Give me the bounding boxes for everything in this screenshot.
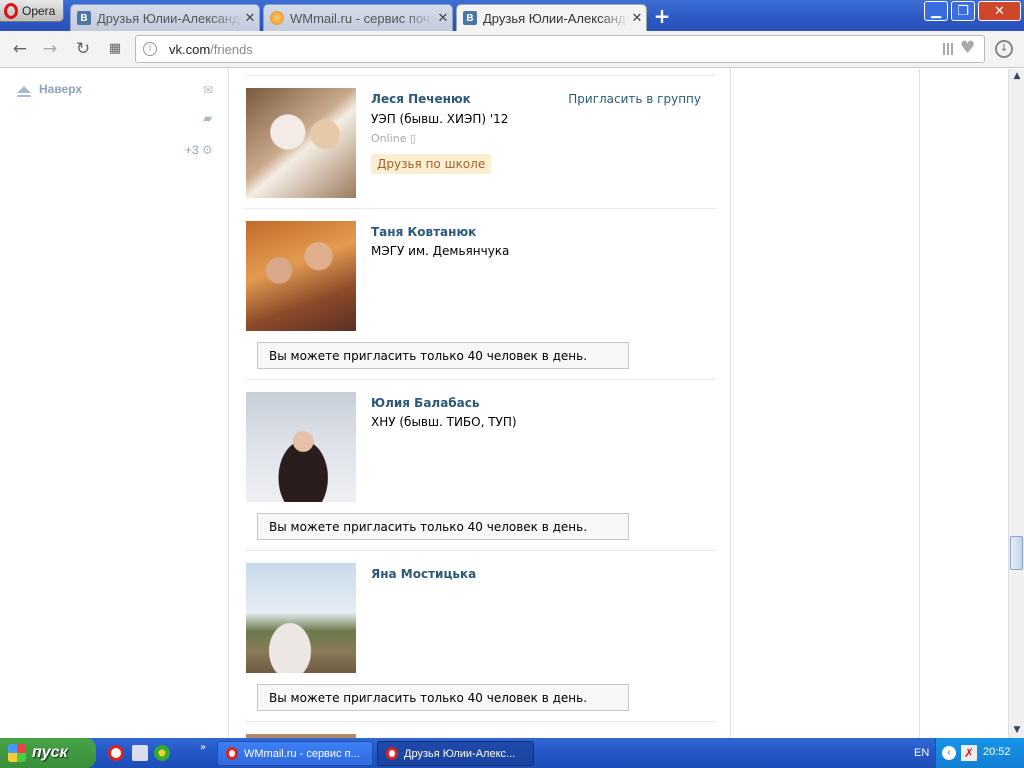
- close-window-button[interactable]: ✕: [978, 1, 1021, 21]
- reload-icon[interactable]: ↻: [73, 40, 93, 60]
- bookmark-heart-icon[interactable]: ♥: [960, 38, 975, 58]
- invite-to-group-link[interactable]: Пригласить в группу: [568, 92, 701, 106]
- friend-university: МЭГУ им. Демьянчука: [371, 244, 510, 258]
- tab-label: Друзья Юлии-Александр: [483, 10, 628, 26]
- counter-text: +3: [185, 143, 199, 157]
- language-indicator[interactable]: EN: [914, 747, 929, 759]
- friend-avatar[interactable]: [246, 221, 356, 331]
- tab-label: Друзья Юлии-Александр: [97, 10, 241, 26]
- tab-label: WMmail.ru - сервис почт: [290, 10, 434, 26]
- address-bar[interactable]: i vk.com/friends ♥: [135, 35, 985, 63]
- start-label: пуск: [32, 744, 68, 761]
- friend-university: УЭП (бывш. ХИЭП) '12: [371, 112, 509, 126]
- friend-row: Таня Ковтанюк МЭГУ им. Демьянчука Вы мож…: [246, 208, 716, 379]
- opera-menu-label: Opera: [22, 3, 56, 18]
- online-status: Online ▯: [371, 132, 416, 145]
- friend-name[interactable]: Юлия Балабась: [371, 396, 479, 410]
- minimize-button[interactable]: ▁: [924, 1, 948, 21]
- friend-row: [246, 721, 716, 738]
- start-button[interactable]: пуск: [0, 738, 96, 768]
- url-host: vk.com: [169, 42, 211, 57]
- online-label: Online: [371, 132, 407, 145]
- friend-row: Леся Печенюк УЭП (бывш. ХИЭП) '12 Online…: [246, 75, 716, 209]
- download-icon[interactable]: ↓: [995, 40, 1013, 58]
- right-column: [731, 69, 920, 738]
- up-arrow-icon: [17, 85, 31, 97]
- friend-avatar[interactable]: [246, 563, 356, 673]
- taskbar-button-vk-friends[interactable]: Друзья Юлии-Алекс...: [377, 741, 534, 766]
- icq-quicklaunch-icon[interactable]: [154, 745, 170, 761]
- friend-name[interactable]: Леся Печенюк: [371, 92, 471, 106]
- windows-logo-icon: [8, 744, 26, 762]
- opera-logo-icon: [4, 2, 18, 19]
- close-tab-icon[interactable]: ✕: [628, 10, 646, 26]
- scroll-to-top-link[interactable]: Наверх: [17, 82, 83, 97]
- tray-expand-icon[interactable]: ‹: [942, 746, 956, 760]
- friend-name[interactable]: Яна Мостицька: [371, 567, 476, 581]
- close-tab-icon[interactable]: ✕: [434, 10, 452, 26]
- messages-envelope-icon[interactable]: ✉: [203, 83, 213, 97]
- vk-favicon-icon: В: [463, 11, 477, 25]
- forward-arrow-icon[interactable]: →: [40, 40, 60, 60]
- opera-menu-button[interactable]: Opera: [0, 0, 64, 22]
- wmmail-favicon-icon: [270, 11, 284, 25]
- opera-icon: [386, 747, 398, 760]
- browser-titlebar: Opera В Друзья Юлии-Александр ✕ WMmail.r…: [0, 0, 1024, 31]
- url-path: /friends: [210, 42, 253, 57]
- page-scrollbar[interactable]: ▲ ▼: [1008, 69, 1024, 738]
- scrollbar-thumb[interactable]: [1010, 536, 1023, 570]
- vk-favicon-icon: В: [77, 11, 91, 25]
- save-quicklaunch-icon[interactable]: [132, 745, 148, 761]
- speed-dial-grid-icon[interactable]: ▦: [105, 40, 125, 60]
- scroll-to-top-label: Наверх: [39, 82, 83, 96]
- network-status-icon[interactable]: ✗: [961, 745, 977, 761]
- page-viewport: Наверх ✉ ▰ +3 ⚙ Леся Печенюк УЭП (бывш. …: [0, 69, 1008, 738]
- windows-taskbar: пуск » WMmail.ru - сервис п... Друзья Юл…: [0, 738, 1024, 768]
- clock[interactable]: 20:52: [983, 746, 1011, 758]
- chat-bubble-icon[interactable]: ▰: [203, 111, 212, 125]
- taskbar-button-label: WMmail.ru - сервис п...: [244, 747, 360, 760]
- friend-avatar[interactable]: [246, 88, 356, 198]
- extensions-grid-icon[interactable]: [943, 43, 955, 55]
- friend-university: ХНУ (бывш. ТИБО, ТУП): [371, 415, 517, 429]
- tab-wmmail[interactable]: WMmail.ru - сервис почт ✕: [263, 4, 453, 31]
- site-info-icon[interactable]: i: [143, 42, 157, 56]
- friend-row: Яна Мостицька Вы можете пригласить тольк…: [246, 550, 716, 721]
- tab-vk-friends-1[interactable]: В Друзья Юлии-Александр ✕: [70, 4, 260, 31]
- friend-list-tag[interactable]: Друзья по школе: [371, 154, 492, 174]
- friend-name[interactable]: Таня Ковтанюк: [371, 225, 476, 239]
- quicklaunch-expand-icon[interactable]: »: [200, 742, 206, 753]
- notifications-counter[interactable]: +3 ⚙: [185, 143, 213, 157]
- invite-limit-notice: Вы можете пригласить только 40 человек в…: [257, 513, 629, 540]
- friend-row: Юлия Балабась ХНУ (бывш. ТИБО, ТУП) Вы м…: [246, 379, 716, 550]
- scroll-down-arrow-icon[interactable]: ▼: [1010, 723, 1024, 737]
- browser-toolbar: ← → ↻ ▦ i vk.com/friends ♥ ↓: [0, 31, 1024, 68]
- mobile-phone-icon: ▯: [409, 132, 417, 145]
- url-text[interactable]: vk.com/friends: [169, 42, 253, 57]
- scroll-up-arrow-icon[interactable]: ▲: [1010, 69, 1024, 83]
- taskbar-button-label: Друзья Юлии-Алекс...: [404, 747, 516, 760]
- invite-limit-notice: Вы можете пригласить только 40 человек в…: [257, 684, 629, 711]
- close-tab-icon[interactable]: ✕: [241, 10, 259, 26]
- tab-vk-friends-active[interactable]: В Друзья Юлии-Александр ✕: [456, 4, 647, 31]
- friends-list: Леся Печенюк УЭП (бывш. ХИЭП) '12 Online…: [229, 69, 731, 738]
- friend-avatar[interactable]: [246, 392, 356, 502]
- new-tab-button[interactable]: +: [652, 6, 672, 26]
- maximize-button[interactable]: ❐: [951, 1, 975, 21]
- system-tray: ‹ ✗ 20:52: [935, 738, 1024, 768]
- taskbar-button-wmmail[interactable]: WMmail.ru - сервис п...: [217, 741, 373, 766]
- settings-gear-icon[interactable]: ⚙: [202, 143, 213, 157]
- opera-quicklaunch-icon[interactable]: [108, 745, 124, 761]
- opera-icon: [226, 747, 238, 760]
- invite-limit-notice: Вы можете пригласить только 40 человек в…: [257, 342, 629, 369]
- left-sidebar: Наверх ✉ ▰ +3 ⚙: [0, 69, 229, 738]
- back-arrow-icon[interactable]: ←: [10, 40, 30, 60]
